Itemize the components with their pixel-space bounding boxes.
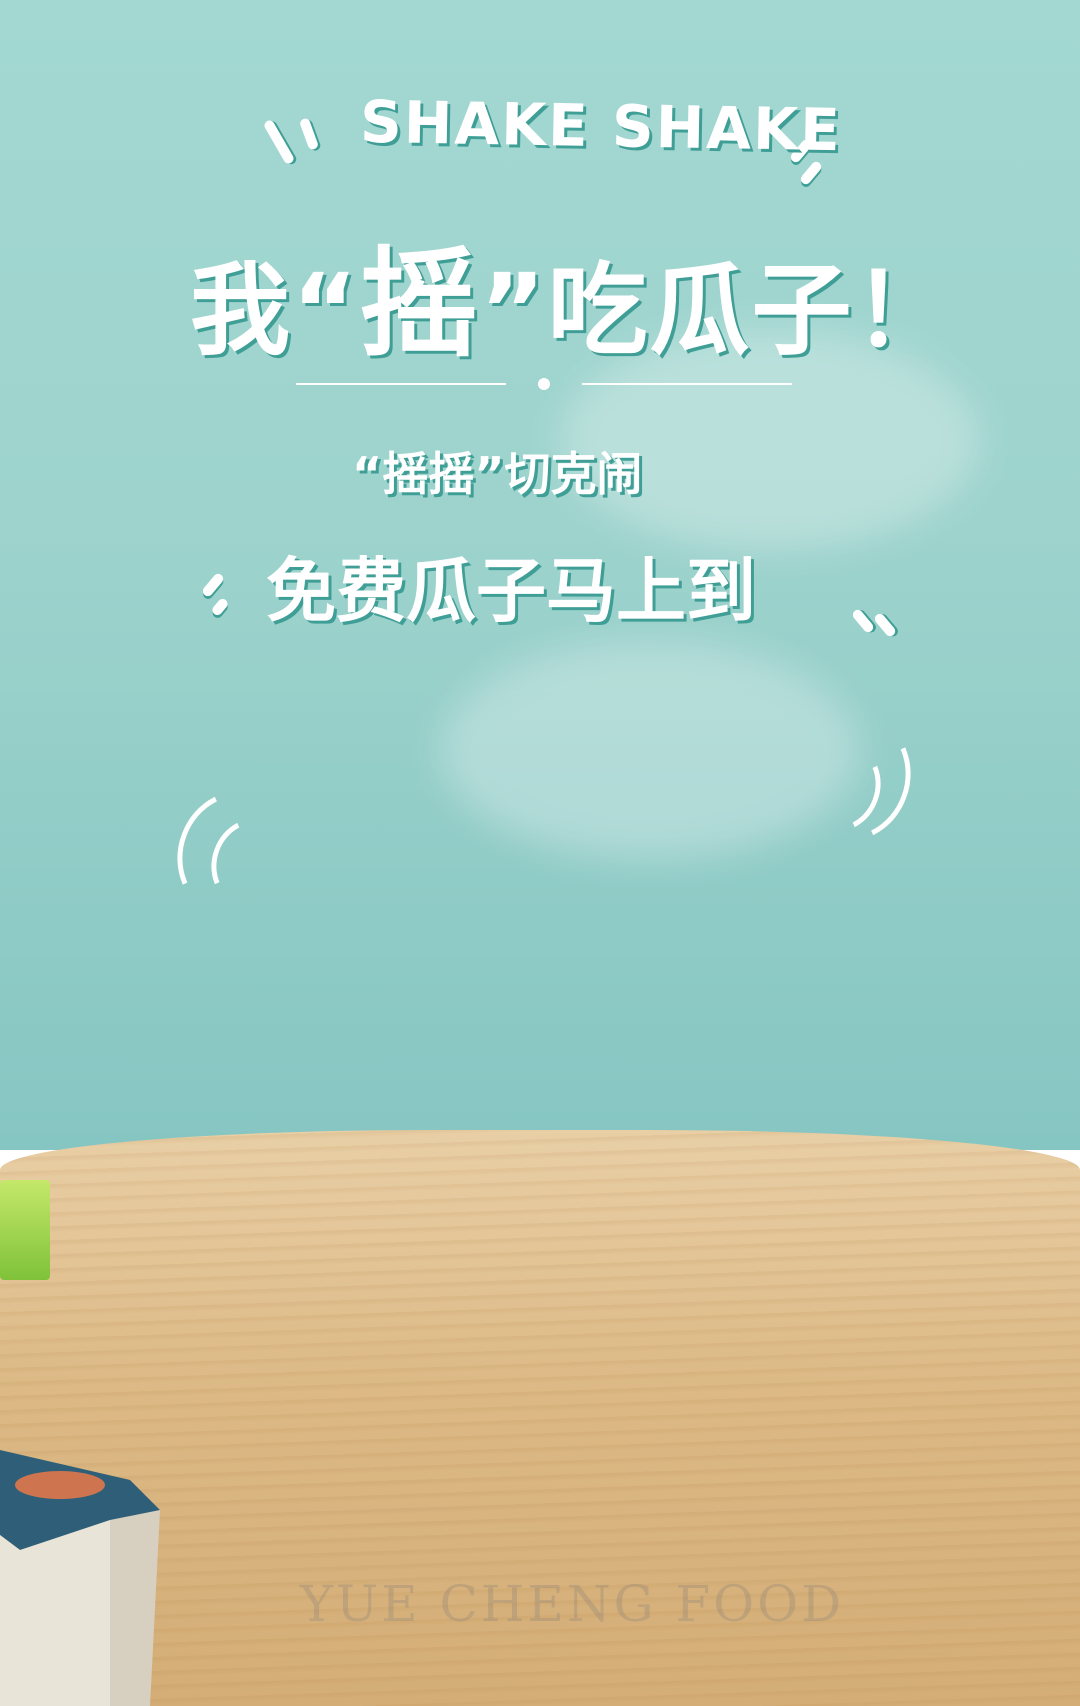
title-english: SHAKE SHAKE: [359, 87, 843, 165]
title-cn-close-quote: ”: [479, 252, 548, 369]
divider-left: [296, 383, 506, 385]
book-prop: [0, 1450, 160, 1706]
title-cn-big-char: 摇: [359, 235, 480, 373]
title-cn-suffix: 吃瓜子！: [547, 252, 956, 369]
divider-right: [582, 383, 792, 385]
green-box-prop: [0, 1180, 50, 1280]
subtitle-2: 免费瓜子马上到: [266, 550, 756, 632]
subtitle-1: “摇摇”切克闹: [352, 447, 643, 501]
title-chinese: 我“摇”吃瓜子！: [190, 208, 955, 379]
title-cn-open-quote: “: [292, 252, 360, 369]
watermark-text: YUE CHENG FOOD: [300, 1575, 845, 1633]
title-cn-prefix: 我: [190, 252, 292, 369]
divider-dot: [538, 378, 550, 390]
